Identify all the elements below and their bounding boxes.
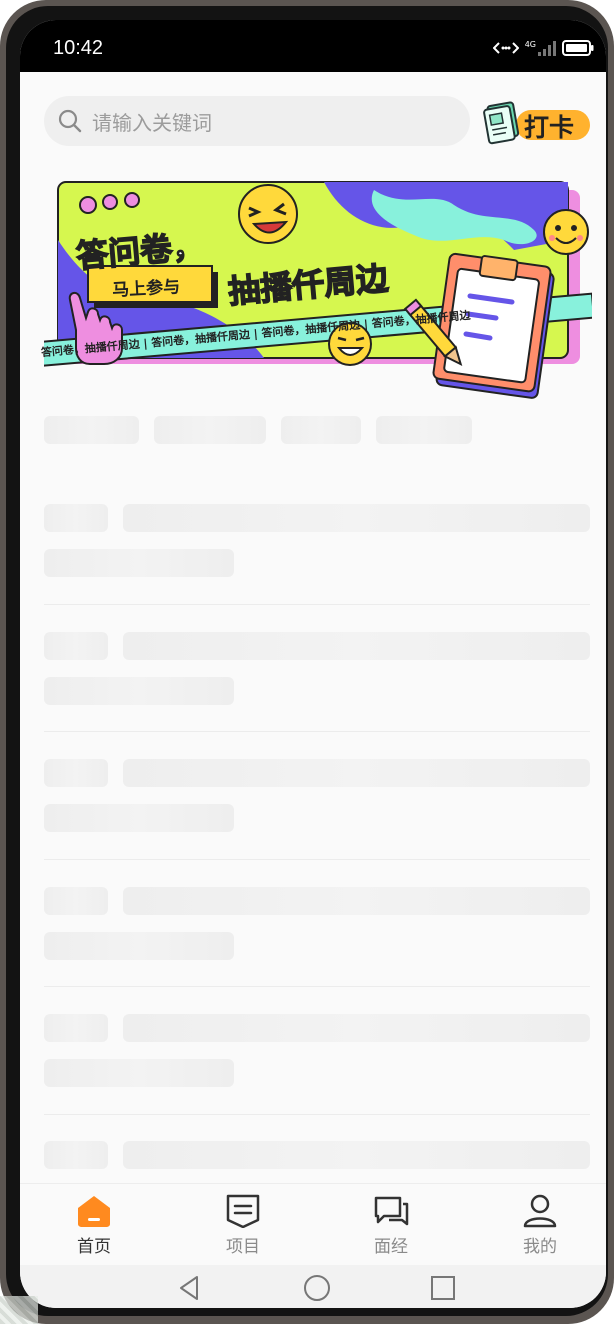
tab-label: 我的 xyxy=(523,1237,557,1257)
tab-home[interactable]: 首页 xyxy=(46,1194,142,1258)
home-circle-icon[interactable] xyxy=(302,1273,332,1303)
tab-profile[interactable]: 我的 xyxy=(492,1194,588,1258)
tab-label: 首页 xyxy=(77,1237,111,1257)
punch-in-label: 打卡 xyxy=(524,113,575,142)
phone-bezel: 10:42 4G 请输入关键词 打卡 答问卷， 抽播仟周边 马上参与 答问卷，抽… xyxy=(6,6,608,1316)
divider xyxy=(44,986,590,987)
bottom-tab-bar: 首页 项目 面经 我的 xyxy=(20,1183,606,1266)
list-tag-skeleton xyxy=(44,504,108,532)
app-screen: 10:42 4G 请输入关键词 打卡 答问卷， 抽播仟周边 马上参与 答问卷，抽… xyxy=(20,20,606,1308)
list-tag-skeleton xyxy=(44,887,108,915)
list-tag-skeleton xyxy=(44,1014,108,1042)
tab-interviews[interactable]: 面经 xyxy=(343,1194,439,1258)
image-artifact xyxy=(0,1296,38,1324)
list-tag-skeleton xyxy=(44,632,108,660)
system-nav-bar xyxy=(20,1265,606,1308)
battery-icon xyxy=(562,40,594,56)
tab-label: 面经 xyxy=(374,1237,408,1257)
signal-icon xyxy=(538,41,556,56)
list-meta-skeleton xyxy=(44,932,234,960)
chat-icon xyxy=(374,1196,409,1226)
network-type: 4G xyxy=(524,39,536,49)
list-meta-skeleton xyxy=(44,677,234,705)
list-title-skeleton xyxy=(123,887,590,915)
banner-join-button[interactable]: 马上参与 xyxy=(111,272,181,301)
tab-label: 项目 xyxy=(226,1237,260,1257)
divider xyxy=(44,731,590,732)
laughing-emoji-icon xyxy=(238,184,298,244)
list-title-skeleton xyxy=(123,759,590,787)
search-icon xyxy=(58,109,82,133)
project-icon xyxy=(226,1194,260,1228)
category-skeleton xyxy=(281,416,361,444)
list-meta-skeleton xyxy=(44,804,234,832)
status-bar: 10:42 4G xyxy=(20,20,606,72)
status-icons: 4G xyxy=(492,39,594,56)
category-skeleton xyxy=(376,416,472,444)
list-title-skeleton xyxy=(123,1141,590,1169)
search-bar[interactable]: 请输入关键词 xyxy=(44,96,470,146)
back-triangle-icon[interactable] xyxy=(175,1273,205,1303)
list-title-skeleton xyxy=(123,632,590,660)
status-time: 10:42 xyxy=(53,37,104,59)
list-title-skeleton xyxy=(123,1014,590,1042)
survey-banner[interactable]: 答问卷， 抽播仟周边 马上参与 答问卷，抽播仟周边 | 答问卷，抽播仟周边 | … xyxy=(32,180,596,400)
hotspot-icon xyxy=(492,42,519,54)
list-title-skeleton xyxy=(123,504,590,532)
punch-in-button[interactable]: 打卡 xyxy=(480,96,592,148)
recent-square-icon[interactable] xyxy=(428,1273,458,1303)
home-icon xyxy=(78,1196,110,1227)
divider xyxy=(44,1114,590,1115)
tab-projects[interactable]: 项目 xyxy=(195,1194,291,1258)
category-skeleton xyxy=(44,416,139,444)
divider xyxy=(44,604,590,605)
notebook-icon xyxy=(483,101,520,145)
list-meta-skeleton xyxy=(44,1059,234,1087)
profile-icon xyxy=(523,1194,557,1228)
category-skeleton xyxy=(154,416,266,444)
list-meta-skeleton xyxy=(44,549,234,577)
list-tag-skeleton xyxy=(44,1141,108,1169)
list-tag-skeleton xyxy=(44,759,108,787)
phone-frame: 10:42 4G 请输入关键词 打卡 答问卷， 抽播仟周边 马上参与 答问卷，抽… xyxy=(0,0,614,1324)
divider xyxy=(44,859,590,860)
search-input[interactable]: 请输入关键词 xyxy=(92,107,212,136)
